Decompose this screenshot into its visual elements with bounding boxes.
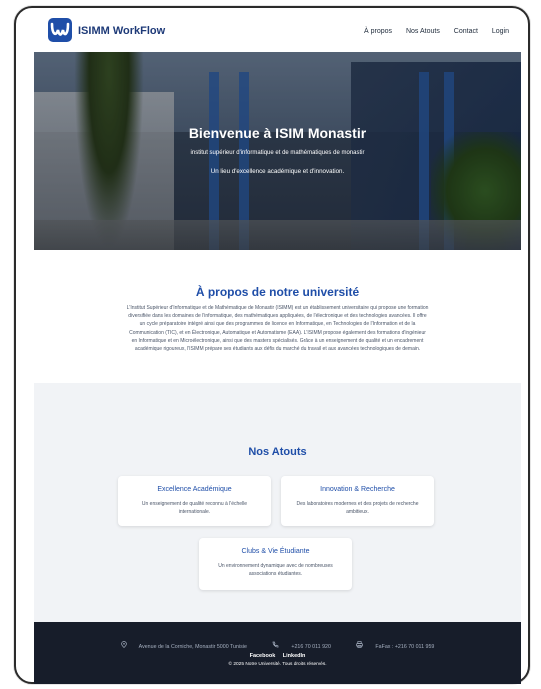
card-description: Un enseignement de qualité reconnu à l'é… <box>141 501 248 515</box>
card-title: Excellence Académique <box>157 486 232 493</box>
about-text: L'Institut Supérieur d'Informatique et d… <box>126 305 429 353</box>
card-title: Innovation & Recherche <box>320 486 395 493</box>
nav-link-nos-atouts[interactable]: Nos Atouts <box>406 28 440 35</box>
hero-tagline: Un lieu d'excellence académique et d'inn… <box>210 168 345 175</box>
footer-copyright: © 2025 Notre Université. Tous droits rés… <box>228 662 327 667</box>
footer-contact-row: Avenue de la Corniche, Monastir 5000 Tun… <box>34 641 521 650</box>
printer-icon <box>356 641 364 650</box>
card-title: Clubs & Vie Étudiante <box>241 548 310 555</box>
card-excellence[interactable]: Excellence Académique Un enseignement de… <box>118 476 271 526</box>
linkedin-link[interactable]: LinkedIn <box>283 653 306 659</box>
logo-icon[interactable] <box>48 18 72 42</box>
nav-link-a-propos[interactable]: À propos <box>364 28 392 35</box>
hero-banner: Bienvenue à ISIM Monastir institut supér… <box>34 52 521 250</box>
atouts-title: Nos Atouts <box>248 446 307 458</box>
card-description: Des laboratoires modernes et des projets… <box>296 501 419 515</box>
atouts-section: Nos Atouts Excellence Académique Un ense… <box>34 383 521 622</box>
about-section: À propos de notre université L'Institut … <box>34 250 521 383</box>
card-description: Un environnement dynamique avec de nombr… <box>218 563 333 577</box>
footer-address: Avenue de la Corniche, Monastir 5000 Tun… <box>138 644 247 650</box>
footer-phone[interactable]: +216 70 011 920 <box>291 644 331 650</box>
nav-link-login[interactable]: Login <box>492 28 509 35</box>
brand-name[interactable]: ISIMM WorkFlow <box>78 25 165 37</box>
footer: Avenue de la Corniche, Monastir 5000 Tun… <box>34 622 521 684</box>
phone-icon <box>272 641 279 650</box>
card-innovation[interactable]: Innovation & Recherche Des laboratoires … <box>281 476 434 526</box>
hero-subtitle: institut supérieur d'informatique et de … <box>190 150 365 156</box>
top-navbar: ISIMM WorkFlow À propos Nos Atouts Conta… <box>34 18 521 52</box>
hero-title: Bienvenue à ISIM Monastir <box>188 125 367 141</box>
facebook-link[interactable]: Facebook <box>250 653 276 659</box>
location-icon <box>120 641 127 650</box>
about-title: À propos de notre université <box>195 285 360 299</box>
footer-social-links: Facebook LinkedIn <box>34 653 521 659</box>
main-nav: À propos Nos Atouts Contact Login <box>352 28 509 35</box>
card-clubs[interactable]: Clubs & Vie Étudiante Un environnement d… <box>199 538 352 590</box>
nav-link-contact[interactable]: Contact <box>454 28 478 35</box>
footer-fax: FaFax : +216 70 011 959 <box>375 644 435 650</box>
